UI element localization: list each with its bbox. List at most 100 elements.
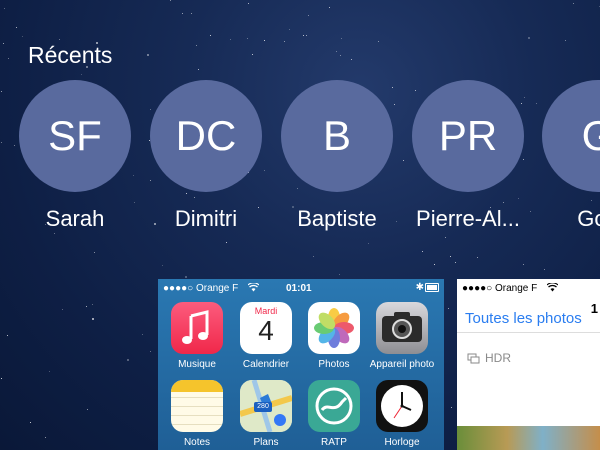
app-label: Musique	[178, 359, 216, 370]
app-label: Notes	[183, 437, 211, 448]
star	[92, 304, 93, 305]
star	[368, 243, 369, 244]
star	[87, 409, 88, 410]
star	[523, 264, 524, 265]
star	[340, 55, 341, 56]
photo-count: 1	[590, 301, 598, 316]
star	[528, 37, 530, 39]
app-plans[interactable]: 280 Plans	[233, 380, 299, 448]
all-photos-link[interactable]: Toutes les photos	[465, 310, 582, 327]
contact-name: Dimitri	[174, 206, 238, 231]
star	[86, 306, 87, 307]
calendar-icon: Mardi 4	[240, 302, 292, 354]
star	[339, 274, 340, 275]
star	[16, 27, 17, 28]
home-screen-card[interactable]: ●●●●○ Orange F 01:01 ✱ Musique Mardi 4 C…	[158, 279, 444, 450]
divider	[457, 332, 600, 333]
star	[185, 276, 187, 278]
recents-title: Récents	[28, 42, 113, 68]
star	[8, 58, 9, 59]
music-icon	[171, 302, 223, 354]
contact-baptiste[interactable]: B Baptiste	[267, 80, 407, 232]
star	[127, 359, 129, 361]
app-notes[interactable]: Notes	[164, 380, 230, 448]
contact-name: Sarah	[45, 206, 105, 231]
star	[59, 39, 60, 40]
star	[1, 91, 2, 92]
star	[451, 407, 452, 408]
star	[3, 43, 4, 44]
star	[182, 13, 183, 14]
contact-goo[interactable]: G Goo	[528, 80, 600, 232]
star	[313, 256, 314, 257]
wifi-icon	[248, 283, 259, 292]
star	[284, 41, 285, 42]
star	[544, 269, 545, 270]
star	[22, 36, 23, 37]
star	[351, 59, 352, 60]
contact-name: Goo	[577, 206, 600, 231]
app-photos[interactable]: Photos	[301, 302, 367, 370]
star	[54, 233, 55, 234]
avatar: G	[542, 80, 600, 192]
camera-icon	[376, 302, 428, 354]
star	[264, 40, 265, 41]
app-calendrier[interactable]: Mardi 4 Calendrier	[233, 302, 299, 370]
contact-name: Pierre-Al...	[416, 206, 520, 231]
star	[573, 3, 574, 4]
star	[94, 252, 95, 253]
star	[336, 51, 337, 52]
notes-icon	[171, 380, 223, 432]
avatar: DC	[150, 80, 262, 192]
contact-pierre[interactable]: PR Pierre-Al...	[398, 80, 538, 232]
star	[30, 422, 31, 423]
app-ratp[interactable]: RATP	[301, 380, 367, 448]
star	[92, 318, 94, 320]
ratp-icon	[308, 380, 360, 432]
star	[445, 237, 446, 238]
app-label: Appareil photo	[369, 359, 435, 370]
star	[378, 41, 379, 42]
star	[434, 264, 435, 265]
star	[308, 15, 309, 16]
maps-icon: 280	[240, 380, 292, 432]
hdr-indicator: HDR	[467, 351, 511, 365]
star	[230, 39, 231, 40]
star	[196, 45, 197, 46]
star	[341, 38, 342, 39]
star	[49, 371, 50, 372]
app-label: Horloge	[384, 437, 420, 448]
star	[4, 8, 5, 9]
contact-sarah[interactable]: SF Sarah	[5, 80, 145, 232]
star	[191, 13, 192, 14]
status-bar: ●●●●○ Orange F 01:01 ✱	[158, 279, 444, 297]
clock-icon	[376, 380, 428, 432]
photos-icon	[308, 302, 360, 354]
hdr-icon	[467, 353, 480, 363]
contact-dimitri[interactable]: DC Dimitri	[136, 80, 276, 232]
photos-app-card[interactable]: ●●●●○ Orange F Toutes les photos 1 HDR	[457, 279, 600, 450]
star	[252, 54, 253, 55]
photo-thumbnail[interactable]	[457, 426, 600, 450]
star	[306, 35, 307, 36]
avatar: PR	[412, 80, 524, 192]
star	[170, 0, 171, 1]
contact-name: Baptiste	[297, 206, 377, 231]
battery-icon	[425, 283, 439, 292]
star	[62, 309, 63, 310]
bluetooth-icon: ✱	[415, 282, 424, 293]
star	[303, 35, 304, 36]
app-appareil-photo[interactable]: Appareil photo	[369, 302, 435, 370]
hdr-label: HDR	[485, 351, 511, 365]
app-label: RATP	[321, 437, 347, 448]
carrier-label: ●●●●○ Orange F	[163, 283, 239, 294]
avatar: B	[281, 80, 393, 192]
road-sign: 280	[254, 402, 272, 412]
app-horloge[interactable]: Horloge	[369, 380, 435, 448]
app-musique[interactable]: Musique	[164, 302, 230, 370]
star	[289, 29, 290, 30]
star	[247, 38, 248, 39]
status-bar: ●●●●○ Orange F	[457, 279, 600, 297]
star	[455, 262, 456, 263]
star	[226, 242, 227, 243]
